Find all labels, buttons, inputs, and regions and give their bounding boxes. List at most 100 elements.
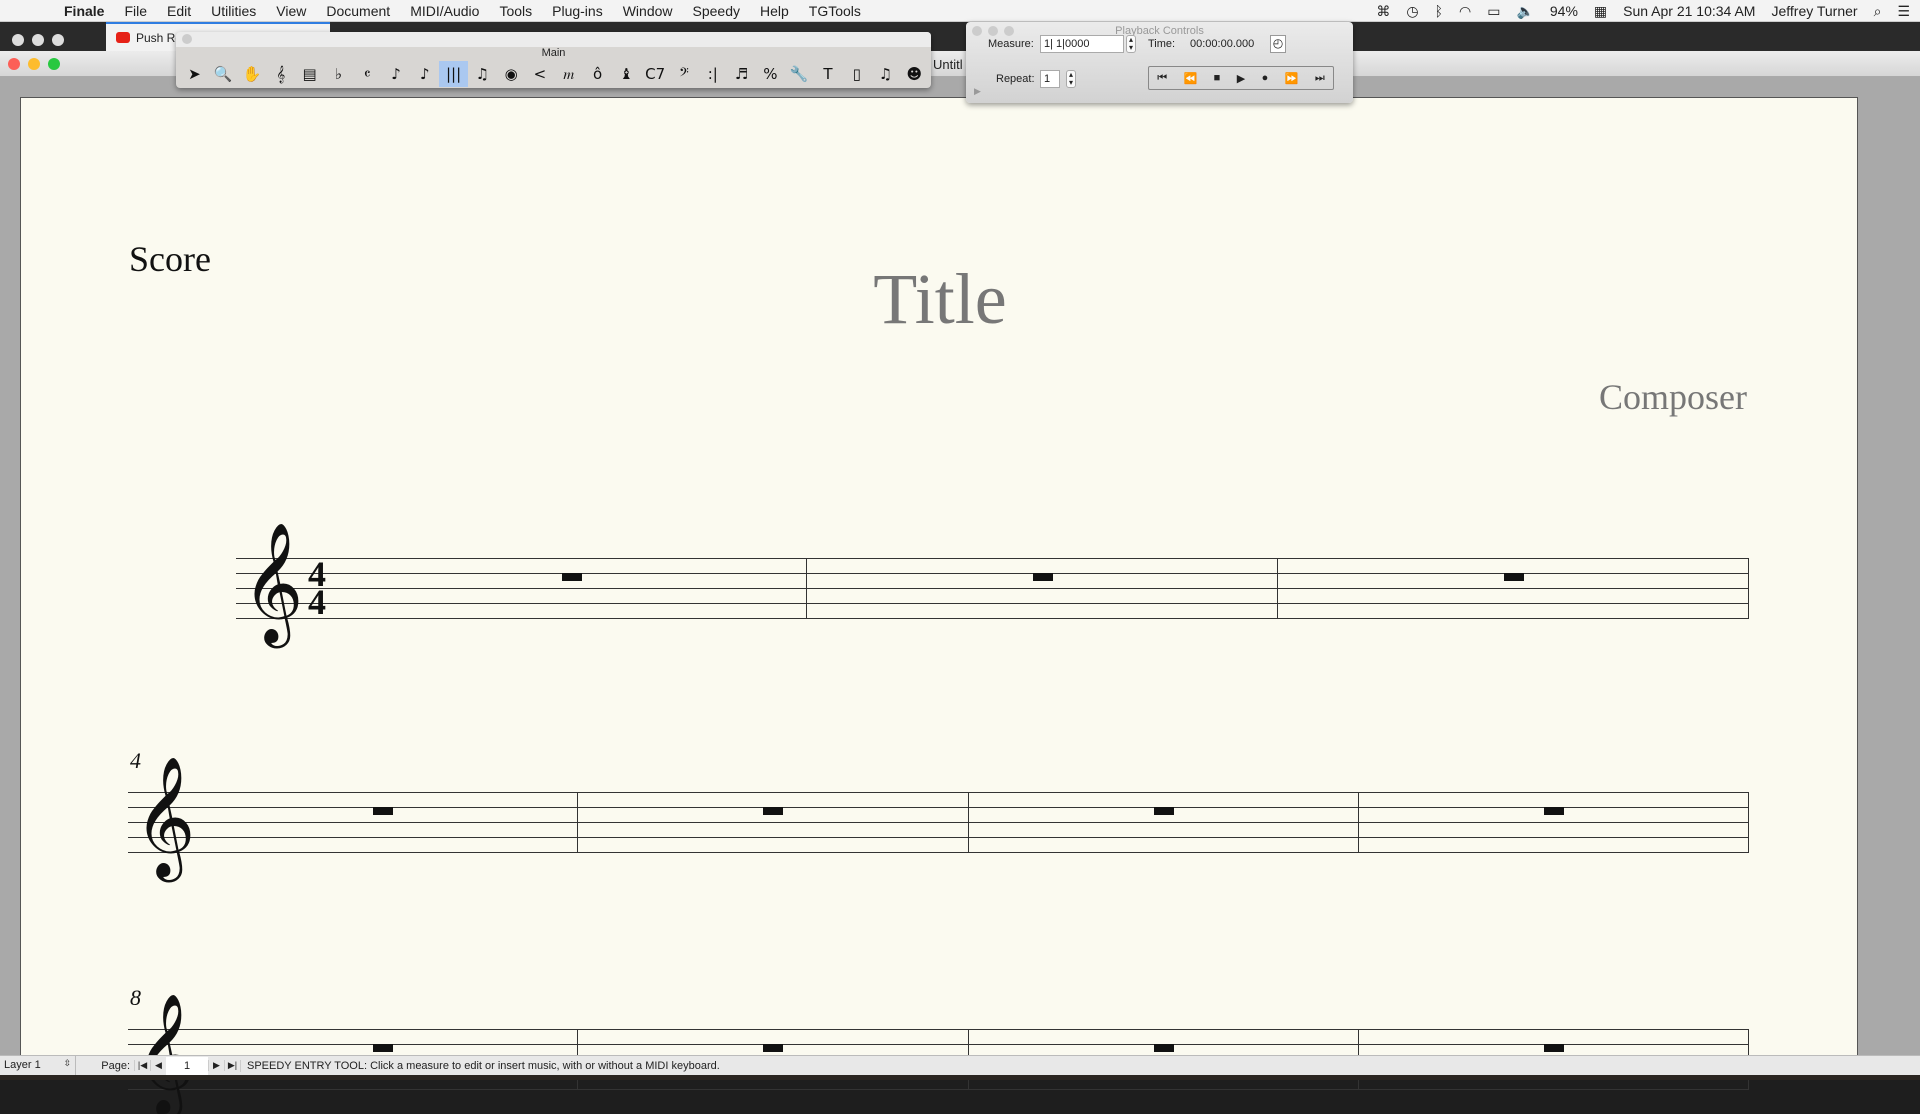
play-icon[interactable]: ▶ xyxy=(1237,72,1245,85)
battery-status[interactable]: 94% xyxy=(1550,3,1578,19)
expand-triangle-icon[interactable]: ▶ xyxy=(974,86,981,97)
hairpin-icon[interactable]: < xyxy=(526,61,555,87)
menu-document[interactable]: Document xyxy=(316,3,400,19)
measure[interactable] xyxy=(807,558,1278,619)
repeat-field[interactable]: 1 xyxy=(1040,70,1060,88)
measure[interactable] xyxy=(578,792,968,853)
first-page-button[interactable]: |◀ xyxy=(134,1060,150,1071)
graphics-tool-icon[interactable]: ♫ xyxy=(871,61,900,87)
hand-grabber-icon[interactable]: ✋ xyxy=(238,61,267,87)
main-tool-palette: Main ➤ 🔍 ✋ 𝄞 ▤ ♭ 𝄴 ♪ ♪ ||| ♫ ◉ < 𝆐 ô ♝ C7 𝄢:| ♬% 🔧 T ▯ ♫ ☻ xyxy=(176,32,931,88)
airplay-icon[interactable]: ▭ xyxy=(1487,3,1500,20)
articulation-icon[interactable]: ô xyxy=(583,61,612,87)
bluetooth-icon[interactable]: ᛒ xyxy=(1435,3,1443,19)
whole-rest xyxy=(1032,573,1053,581)
menu-file[interactable]: File xyxy=(114,3,157,19)
staff-system[interactable]: 𝄞 4 4 xyxy=(236,530,1749,634)
record-icon[interactable]: ● xyxy=(1262,72,1269,84)
measure-field[interactable]: 1| 1|0000 xyxy=(1040,35,1124,53)
smart-shape-icon[interactable]: ◉ xyxy=(497,61,526,87)
window-title: Untitl xyxy=(933,57,963,72)
treble-clef-icon: 𝄞 xyxy=(134,992,196,1114)
menu-view[interactable]: View xyxy=(266,3,316,19)
measure[interactable] xyxy=(336,558,807,619)
human-playback-icon[interactable]: ☻ xyxy=(900,61,929,87)
zoom-tool-icon[interactable]: 🔍 xyxy=(209,61,238,87)
selection-tool-icon[interactable]: ➤ xyxy=(180,61,209,87)
menu-help[interactable]: Help xyxy=(750,3,799,19)
youtube-icon xyxy=(116,32,130,43)
zoom-button[interactable] xyxy=(48,58,60,70)
go-to-end-icon[interactable]: ⏭ xyxy=(1315,72,1325,85)
clock-icon[interactable]: ◴ xyxy=(1270,35,1286,53)
repeat-stepper[interactable]: ▴ ▾ xyxy=(1066,70,1076,88)
hyperscribe-icon[interactable]: ||| xyxy=(439,61,468,87)
menu-app[interactable]: Finale xyxy=(54,3,114,19)
whole-rest xyxy=(373,1044,394,1052)
mirror-tool-icon[interactable]: ♝ xyxy=(612,61,641,87)
chord-tool-icon[interactable]: C7 xyxy=(641,61,670,87)
palette-close-button[interactable] xyxy=(182,34,192,44)
menu-tools[interactable]: Tools xyxy=(489,3,542,19)
repeat-tool-icon[interactable]: :| xyxy=(698,61,727,87)
measure[interactable] xyxy=(969,792,1359,853)
mass-edit-icon[interactable]: ♬ xyxy=(727,61,756,87)
next-page-button[interactable]: ▶ xyxy=(208,1060,224,1071)
minimize-button[interactable] xyxy=(28,58,40,70)
measure-label: Measure: xyxy=(988,38,1034,50)
menu-speedy[interactable]: Speedy xyxy=(683,3,750,19)
time-machine-icon[interactable]: ◷ xyxy=(1406,3,1418,20)
page-layout-icon[interactable]: ▯ xyxy=(842,61,871,87)
lyrics-tool-icon[interactable]: 𝄢 xyxy=(670,61,699,87)
wifi-icon[interactable]: ◠ xyxy=(1459,3,1471,20)
key-signature-icon[interactable]: ♭ xyxy=(324,61,353,87)
calendar-icon[interactable]: ▦ xyxy=(1594,3,1607,20)
staff-system[interactable]: 𝄞 4 xyxy=(128,748,1749,868)
menu-plugins[interactable]: Plug-ins xyxy=(542,3,613,19)
layer-select[interactable]: Layer 1 ⇳ xyxy=(0,1055,76,1076)
clock[interactable]: Sun Apr 21 10:34 AM xyxy=(1623,3,1755,19)
simple-entry-icon[interactable]: ♪ xyxy=(382,61,411,87)
measure[interactable] xyxy=(188,792,578,853)
measure-stepper[interactable]: ▴ ▾ xyxy=(1126,35,1136,53)
measure[interactable] xyxy=(1359,792,1749,853)
measure-number: 8 xyxy=(130,985,141,1010)
resize-tool-icon[interactable]: % xyxy=(756,61,785,87)
score-composer[interactable]: Composer xyxy=(1599,376,1747,418)
score-title[interactable]: Title xyxy=(21,258,1859,341)
measure[interactable] xyxy=(1278,558,1749,619)
close-button[interactable] xyxy=(8,58,20,70)
notification-center-icon[interactable]: ☰ xyxy=(1897,3,1910,20)
stop-icon[interactable]: ■ xyxy=(1214,72,1221,84)
time-value: 00:00:00.000 xyxy=(1190,38,1255,50)
whole-rest xyxy=(763,807,784,815)
spotlight-icon[interactable]: ⌕ xyxy=(1874,3,1882,20)
user-name[interactable]: Jeffrey Turner xyxy=(1771,3,1857,19)
text-tool-icon[interactable]: T xyxy=(814,61,843,87)
speedy-entry-icon[interactable]: ♪ xyxy=(410,61,439,87)
menu-edit[interactable]: Edit xyxy=(157,3,201,19)
repeat-label: Repeat: xyxy=(996,73,1035,85)
staff-tool-icon[interactable]: 𝄞 xyxy=(266,61,295,87)
measure-tool-icon[interactable]: ▤ xyxy=(295,61,324,87)
barline xyxy=(1748,792,1749,853)
menu-tgtools[interactable]: TGTools xyxy=(799,3,871,19)
cmd-icon[interactable]: ⌘ xyxy=(1376,3,1390,20)
special-tools-icon[interactable]: 🔧 xyxy=(785,61,814,87)
desktop-strip xyxy=(0,1075,1920,1080)
time-signature-icon[interactable]: 𝄴 xyxy=(353,61,382,87)
prev-page-button[interactable]: ◀ xyxy=(150,1060,166,1071)
menu-midiaudio[interactable]: MIDI/Audio xyxy=(400,3,489,19)
fast-forward-icon[interactable]: ⏩ xyxy=(1285,72,1299,85)
menu-utilities[interactable]: Utilities xyxy=(201,3,266,19)
score-page[interactable]: Score Title Composer 𝄞 4 4 𝄞 4 𝄞 8 xyxy=(20,97,1859,1105)
go-to-start-icon[interactable]: ⏮ xyxy=(1157,72,1167,85)
playback-controls-palette: Playback Controls Measure: 1| 1|0000 ▴ ▾ … xyxy=(966,22,1353,103)
page-number-field[interactable]: 1 xyxy=(166,1056,208,1075)
expression-icon[interactable]: 𝆐 xyxy=(554,61,583,87)
tuplet-icon[interactable]: ♫ xyxy=(468,61,497,87)
rewind-icon[interactable]: ⏪ xyxy=(1184,72,1198,85)
last-page-button[interactable]: ▶| xyxy=(224,1060,240,1071)
volume-icon[interactable]: 🔈 xyxy=(1516,3,1533,20)
menu-window[interactable]: Window xyxy=(613,3,683,19)
